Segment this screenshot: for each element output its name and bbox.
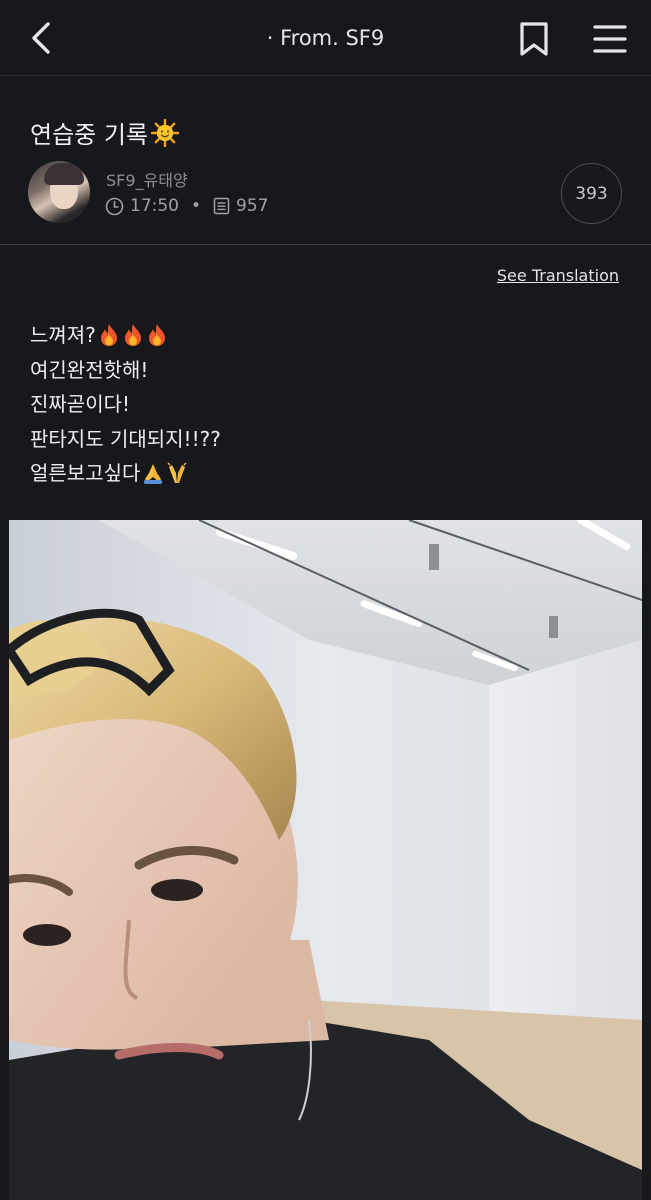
sun-face-emoji-icon: [151, 118, 180, 147]
bookmark-button[interactable]: [516, 19, 552, 59]
post-header: 연습중 기록 SF9_유태양 17:50 • 957 393: [0, 77, 651, 245]
see-translation-link[interactable]: See Translation: [497, 266, 619, 285]
comment-count-button[interactable]: 393: [561, 163, 622, 224]
post-title: 연습중 기록: [30, 115, 180, 150]
clock-icon: [105, 197, 124, 215]
fire-icon: [148, 324, 165, 347]
body-line-text: 느껴져?: [30, 323, 96, 347]
hamburger-menu-icon: [593, 25, 627, 53]
folded-hands-icon: [144, 464, 163, 485]
body-line: 얼른보고싶다: [30, 456, 221, 491]
bookmark-icon: [520, 22, 548, 56]
body-line-text: 진짜곧이다!: [30, 392, 131, 416]
raising-hands-icon: [167, 462, 187, 484]
author-avatar[interactable]: [28, 161, 90, 223]
fire-icon: [124, 324, 141, 347]
views-document-icon: [213, 197, 230, 215]
fire-icon: [100, 324, 117, 347]
body-line-text: 얼른보고싶다: [30, 461, 141, 485]
top-nav-bar: · From. SF9: [0, 0, 651, 76]
body-line: 느껴져?: [30, 318, 221, 353]
post-time: 17:50: [130, 196, 179, 216]
body-line: 판타지도 기대되지!!??: [30, 422, 221, 457]
selfie-photo-image: [9, 520, 642, 1200]
menu-button[interactable]: [592, 22, 628, 56]
body-line: 여긴완전핫해!: [30, 353, 221, 388]
post-photo[interactable]: [9, 520, 642, 1200]
meta-separator: •: [191, 196, 202, 216]
body-line-text: 판타지도 기대되지!!??: [30, 426, 221, 451]
post-title-text: 연습중 기록: [30, 121, 149, 149]
post-views: 957: [236, 196, 269, 216]
body-line-text: 여긴완전핫해!: [30, 357, 149, 382]
post-body: 느껴져? 여긴완전핫해! 진짜곧이다! 판타지도 기대되지!!?? 얼른보고싶다: [30, 318, 221, 491]
post-meta: 17:50 • 957: [105, 196, 268, 216]
body-line: 진짜곧이다!: [30, 387, 221, 422]
nav-title: · From. SF9: [266, 26, 385, 50]
author-name[interactable]: SF9_유태양: [106, 167, 188, 191]
